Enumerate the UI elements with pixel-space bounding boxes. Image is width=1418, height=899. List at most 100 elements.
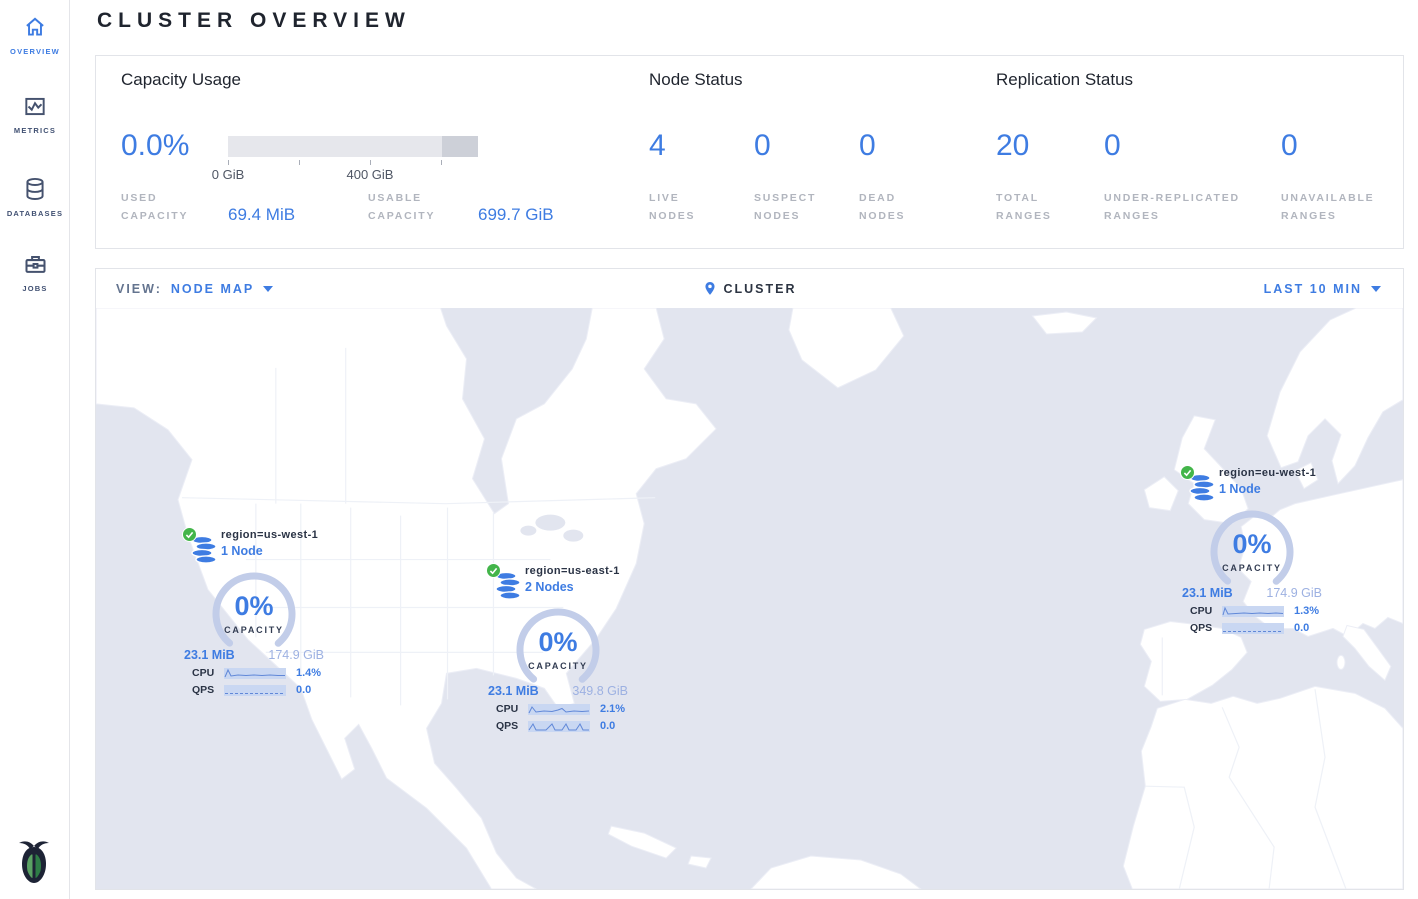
- sidebar-item-metrics[interactable]: METRICS: [0, 93, 70, 135]
- suspect-nodes-label: SUSPECT NODES: [754, 190, 834, 226]
- sidebar-item-jobs[interactable]: JOBS: [0, 250, 70, 293]
- cockroachdb-logo[interactable]: [15, 838, 53, 891]
- view-selector[interactable]: VIEW: NODE MAP: [116, 269, 273, 308]
- sidebar-item-overview[interactable]: OVERVIEW: [0, 14, 70, 56]
- capacity-percent: 0%: [506, 627, 610, 658]
- region-label: region=us-east-1: [525, 565, 620, 577]
- chevron-down-icon: [1371, 286, 1381, 292]
- cpu-label: CPU: [496, 703, 528, 715]
- node-count: 1 Node: [1219, 482, 1316, 496]
- capacity-usage-title: Capacity Usage: [121, 70, 241, 90]
- node-status-title: Node Status: [649, 70, 743, 90]
- map-toolbar: VIEW: NODE MAP CLUSTER LAST 10 MIN: [96, 269, 1403, 308]
- time-range-selector[interactable]: LAST 10 MIN: [1264, 269, 1381, 308]
- sidebar: OVERVIEW METRICS DATABASES JOBS: [0, 0, 70, 899]
- qps-value: 0.0: [1294, 622, 1309, 634]
- briefcase-icon: [22, 250, 49, 278]
- total-ranges-label: TOTAL RANGES: [996, 190, 1076, 226]
- capacity-label: CAPACITY: [506, 661, 610, 671]
- cpu-row: CPU 2.1%: [488, 703, 628, 715]
- green-check-icon: [1180, 465, 1195, 480]
- map-pin-icon: [702, 280, 716, 297]
- view-label: VIEW:: [116, 282, 162, 296]
- axis-tick: [228, 160, 229, 165]
- qps-sparkline: [528, 721, 590, 732]
- dead-nodes-value: 0: [859, 129, 876, 163]
- node-count: 1 Node: [221, 544, 318, 558]
- green-check-icon: [486, 563, 501, 578]
- qps-value: 0.0: [296, 684, 311, 696]
- cpu-label: CPU: [192, 667, 224, 679]
- axis-tick: [441, 160, 442, 165]
- cpu-row: CPU 1.3%: [1182, 605, 1322, 617]
- axis-tick: [299, 160, 300, 165]
- cpu-sparkline: [224, 668, 286, 679]
- node-header: region=us-west-1 1 Node: [184, 527, 324, 567]
- capacity-bar-reserved-segment: [442, 136, 478, 157]
- used-capacity-label: USED CAPACITY: [121, 190, 216, 226]
- capacity-gauge: 0% CAPACITY: [506, 603, 610, 697]
- live-nodes-value: 4: [649, 129, 666, 163]
- axis-tick-label: 0 GiB: [193, 167, 263, 182]
- qps-row: QPS 0.0: [488, 720, 628, 732]
- sidebar-item-label: JOBS: [0, 284, 70, 293]
- sidebar-item-label: DATABASES: [0, 209, 70, 218]
- database-icon: [22, 175, 48, 203]
- cpu-sparkline: [528, 704, 590, 715]
- home-icon: [22, 14, 48, 41]
- capacity-percent: 0%: [1200, 529, 1304, 560]
- cpu-label: CPU: [1190, 605, 1222, 617]
- sidebar-item-label: METRICS: [0, 126, 70, 135]
- qps-value: 0.0: [600, 720, 615, 732]
- metrics-chart-icon: [22, 93, 48, 120]
- region-label: region=eu-west-1: [1219, 467, 1316, 479]
- capacity-percent: 0%: [202, 591, 306, 622]
- capacity-label: CAPACITY: [202, 625, 306, 635]
- capacity-label: CAPACITY: [1200, 563, 1304, 573]
- map-node-us-west-1[interactable]: region=us-west-1 1 Node 0% CAPACITY 23.1…: [184, 527, 324, 696]
- node-texts: region=us-east-1 2 Nodes: [525, 565, 620, 594]
- total-ranges-value: 20: [996, 129, 1029, 163]
- cpu-sparkline: [1222, 606, 1284, 617]
- unavailable-ranges-label: UNAVAILABLE RANGES: [1281, 190, 1396, 226]
- breadcrumb-cluster: CLUSTER: [723, 282, 796, 296]
- under-replicated-ranges-value: 0: [1104, 129, 1121, 163]
- axis-tick: [370, 160, 371, 165]
- unavailable-ranges-value: 0: [1281, 129, 1298, 163]
- cpu-value: 2.1%: [600, 703, 625, 715]
- chevron-down-icon: [263, 286, 273, 292]
- map-node-eu-west-1[interactable]: region=eu-west-1 1 Node 0% CAPACITY 23.1…: [1182, 465, 1322, 634]
- green-check-icon: [182, 527, 197, 542]
- qps-label: QPS: [192, 684, 224, 696]
- node-count: 2 Nodes: [525, 580, 620, 594]
- axis-tick-label: 400 GiB: [335, 167, 405, 182]
- region-label: region=us-west-1: [221, 529, 318, 541]
- sidebar-item-label: OVERVIEW: [0, 47, 70, 56]
- cpu-value: 1.3%: [1294, 605, 1319, 617]
- sidebar-item-databases[interactable]: DATABASES: [0, 175, 70, 218]
- breadcrumb[interactable]: CLUSTER: [702, 269, 796, 308]
- node-header: region=us-east-1 2 Nodes: [488, 563, 628, 603]
- summary-panel: Capacity Usage 0.0% 0 GiB 400 GiB USED C…: [95, 55, 1404, 249]
- view-value: NODE MAP: [171, 282, 254, 296]
- used-capacity-value: 69.4 MiB: [228, 205, 295, 225]
- cpu-value: 1.4%: [296, 667, 321, 679]
- cockroachdb-bug-logo: [15, 838, 53, 886]
- capacity-used-percent: 0.0%: [121, 129, 189, 163]
- node-header: region=eu-west-1 1 Node: [1182, 465, 1322, 505]
- qps-row: QPS 0.0: [1182, 622, 1322, 634]
- live-nodes-label: LIVE NODES: [649, 190, 729, 226]
- qps-label: QPS: [1190, 622, 1222, 634]
- capacity-usage-bar: [228, 136, 478, 157]
- time-range-value: LAST 10 MIN: [1264, 282, 1362, 296]
- cpu-row: CPU 1.4%: [184, 667, 324, 679]
- dead-nodes-label: DEAD NODES: [859, 190, 939, 226]
- map-node-us-east-1[interactable]: region=us-east-1 2 Nodes 0% CAPACITY 23.…: [488, 563, 628, 732]
- qps-sparkline: [1222, 623, 1284, 634]
- page-title: CLUSTER OVERVIEW: [97, 9, 411, 33]
- qps-label: QPS: [496, 720, 528, 732]
- qps-sparkline: [224, 685, 286, 696]
- world-map: region=us-west-1 1 Node 0% CAPACITY 23.1…: [96, 308, 1403, 889]
- qps-row: QPS 0.0: [184, 684, 324, 696]
- main-content: CLUSTER OVERVIEW Capacity Usage 0.0% 0 G…: [70, 0, 1418, 899]
